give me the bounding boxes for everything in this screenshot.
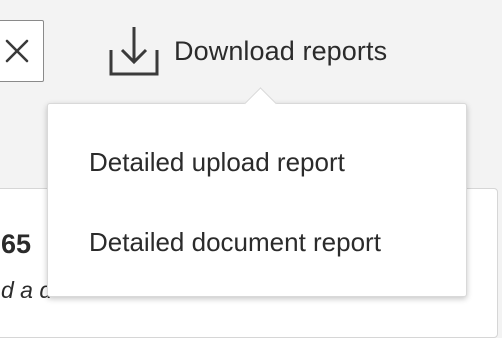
card-subtext: d a d [1,277,53,303]
menu-list: Detailed upload report Detailed document… [48,104,466,282]
download-icon [108,24,160,78]
card-count: 65 [1,229,32,259]
menu-item-detailed-document-report[interactable]: Detailed document report [48,202,466,282]
download-reports-button[interactable]: Download reports [108,22,387,80]
close-icon [4,38,30,64]
download-reports-menu: Detailed upload report Detailed document… [47,87,467,297]
download-reports-label: Download reports [174,35,388,66]
menu-item-detailed-upload-report[interactable]: Detailed upload report [48,122,466,202]
close-button[interactable] [0,20,44,82]
